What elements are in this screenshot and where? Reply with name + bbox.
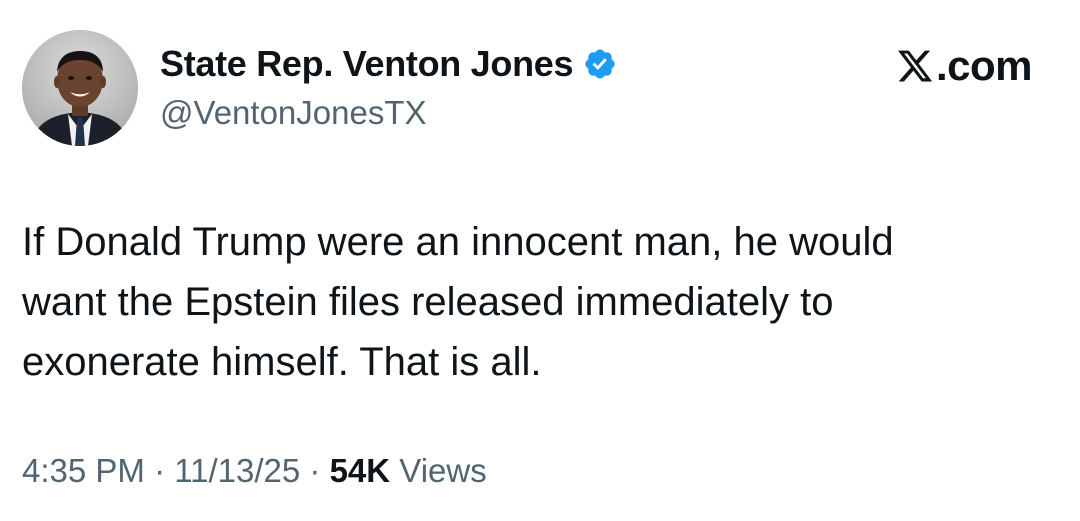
meta-separator: · bbox=[300, 452, 330, 489]
meta-separator: · bbox=[144, 452, 175, 489]
tweet-time[interactable]: 4:35 PM bbox=[22, 452, 145, 489]
avatar-photo-icon bbox=[22, 30, 138, 146]
author-handle[interactable]: @VentonJonesTX bbox=[160, 94, 427, 132]
tweet-text-line: want the Epstein files released immediat… bbox=[22, 280, 834, 324]
profile-avatar[interactable] bbox=[22, 30, 138, 146]
tweet-text-line: If Donald Trump were an innocent man, he… bbox=[22, 220, 894, 264]
author-name-row[interactable]: State Rep. Venton Jones bbox=[160, 42, 617, 86]
views-label: Views bbox=[390, 452, 487, 489]
author-display-name[interactable]: State Rep. Venton Jones bbox=[160, 43, 574, 85]
tweet-date[interactable]: 11/13/25 bbox=[174, 452, 300, 489]
tweet-meta: 4:35 PM · 11/13/25 · 54K Views bbox=[22, 452, 487, 490]
tweet-text: If Donald Trump were an innocent man, he… bbox=[22, 212, 1032, 392]
views-count[interactable]: 54K bbox=[330, 452, 391, 489]
verified-badge-icon[interactable] bbox=[583, 47, 617, 81]
brand-watermark: .com bbox=[896, 40, 1033, 92]
brand-suffix-text: .com bbox=[935, 42, 1033, 89]
tweet-card: State Rep. Venton Jones @VentonJonesTX .… bbox=[0, 0, 1080, 521]
x-logo-icon bbox=[896, 47, 934, 85]
tweet-text-line: exonerate himself. That is all. bbox=[22, 340, 542, 384]
